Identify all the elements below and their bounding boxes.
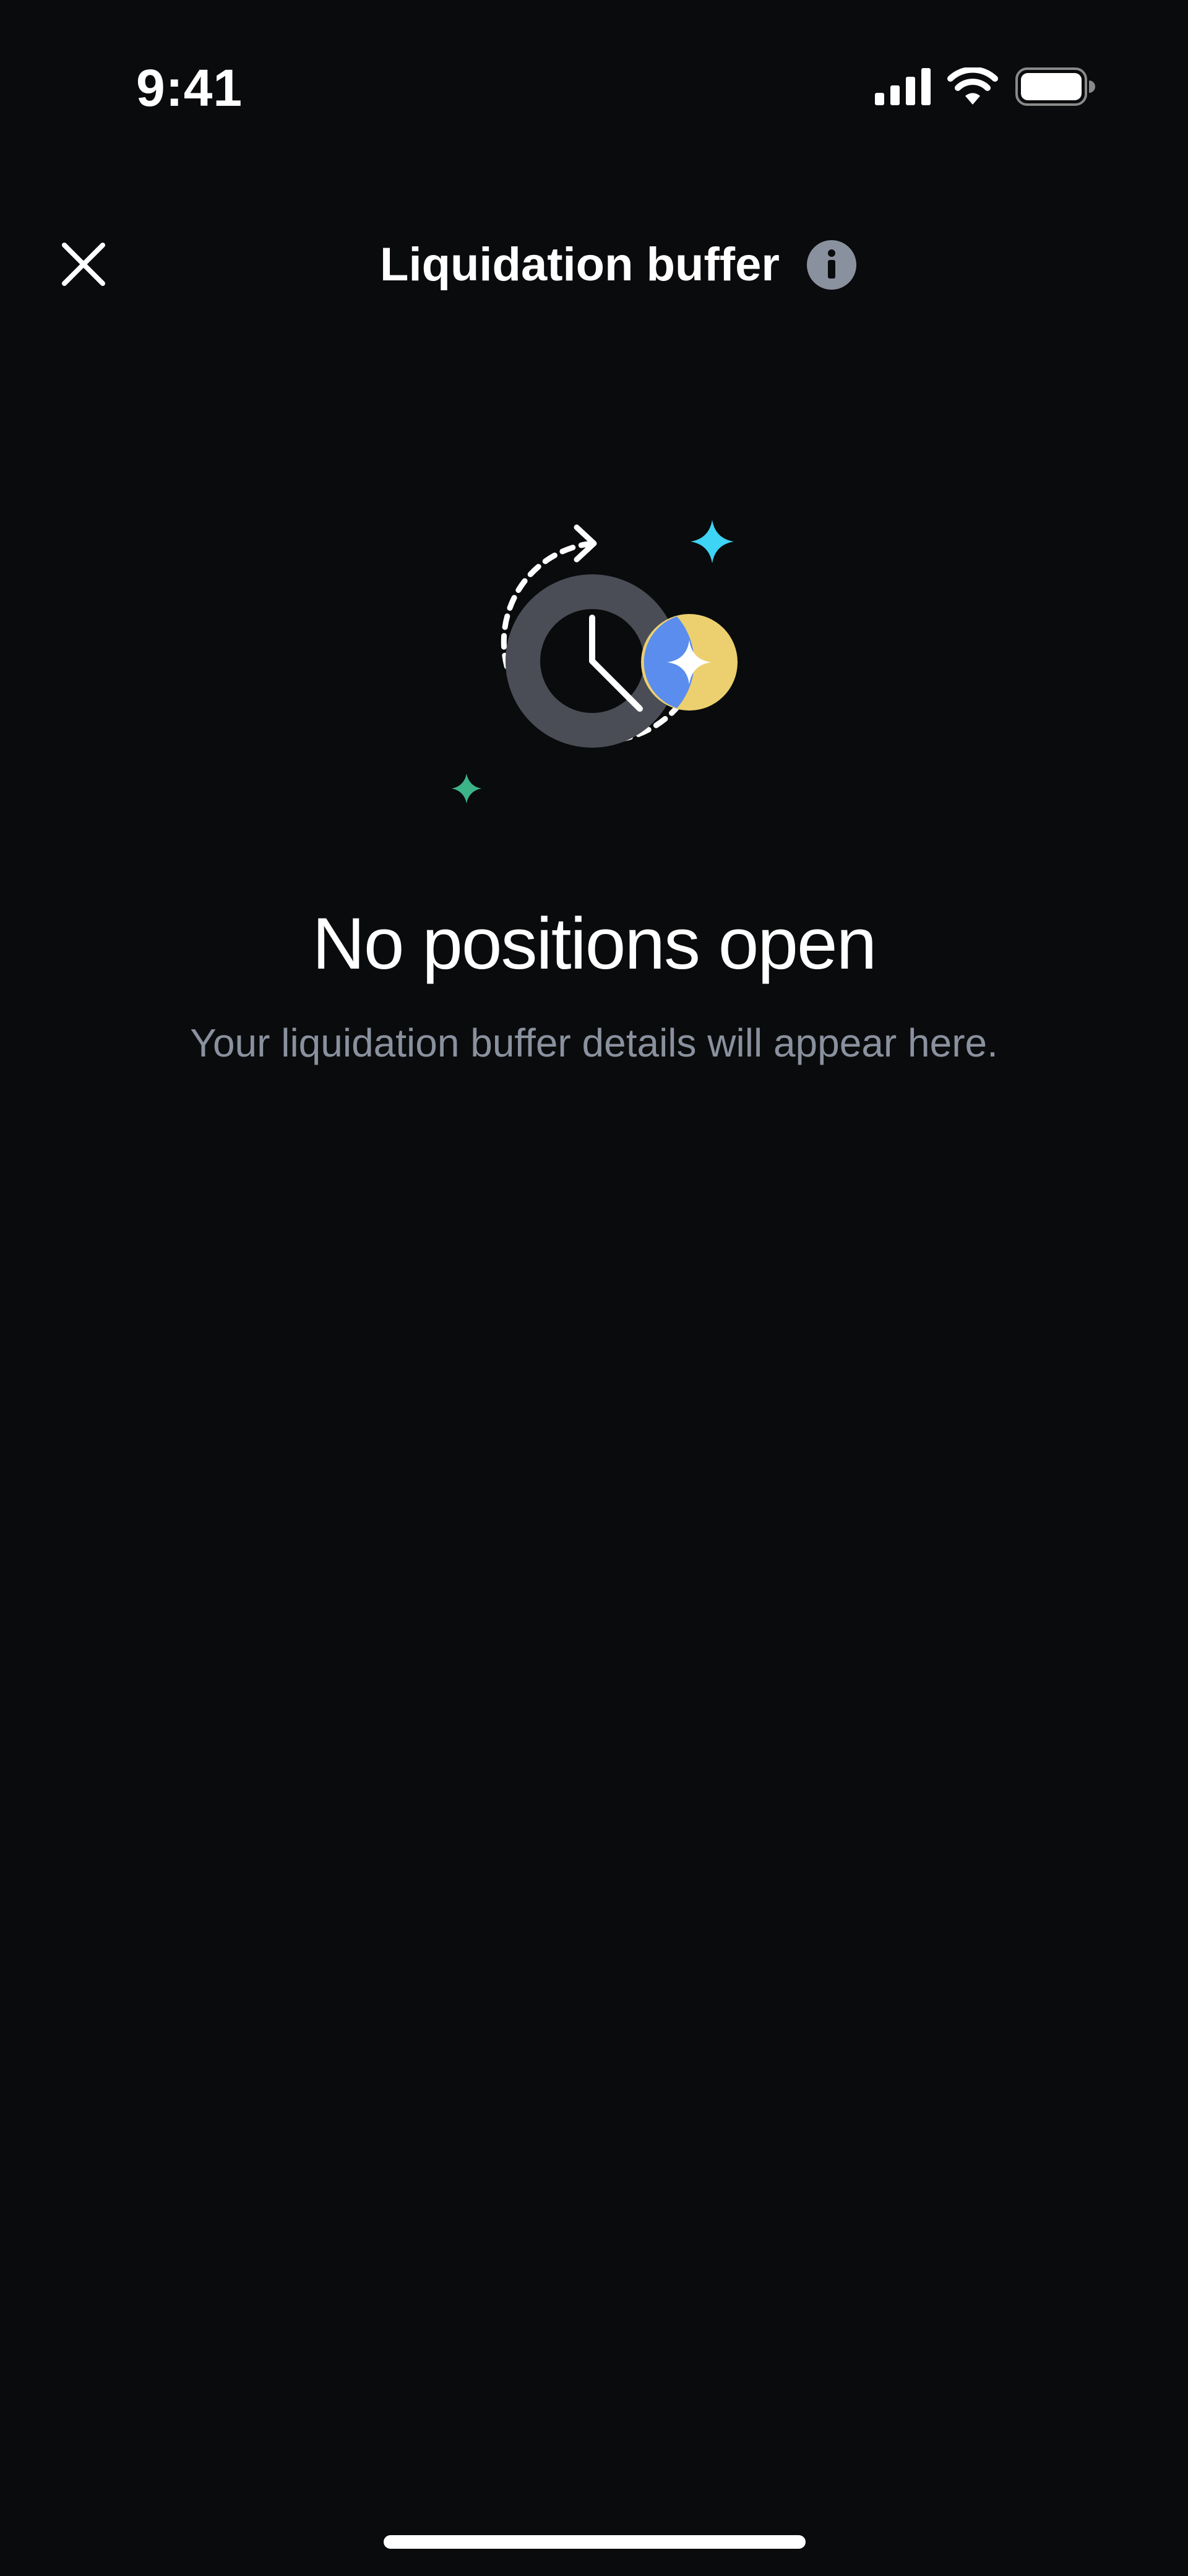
sparkle-cyan-icon — [691, 520, 734, 563]
status-icons — [875, 67, 1095, 106]
clock-hand-minute — [589, 658, 643, 712]
empty-state-subtitle: Your liquidation buffer details will app… — [190, 1021, 998, 1065]
header: Liquidation buffer — [0, 204, 1188, 322]
home-indicator[interactable] — [384, 2535, 806, 2549]
header-title-row: Liquidation buffer — [0, 234, 1188, 296]
cellular-signal-icon — [875, 68, 931, 105]
status-time: 9:41 — [136, 59, 243, 117]
empty-state-title: No positions open — [312, 903, 877, 985]
page-title: Liquidation buffer — [380, 238, 780, 291]
info-icon[interactable] — [806, 239, 858, 291]
wifi-icon — [947, 67, 998, 105]
battery-icon — [1015, 67, 1095, 106]
sparkle-green-icon — [452, 774, 481, 803]
status-bar: 9:41 — [0, 0, 1188, 142]
clock-cycle-illustration — [452, 520, 738, 803]
